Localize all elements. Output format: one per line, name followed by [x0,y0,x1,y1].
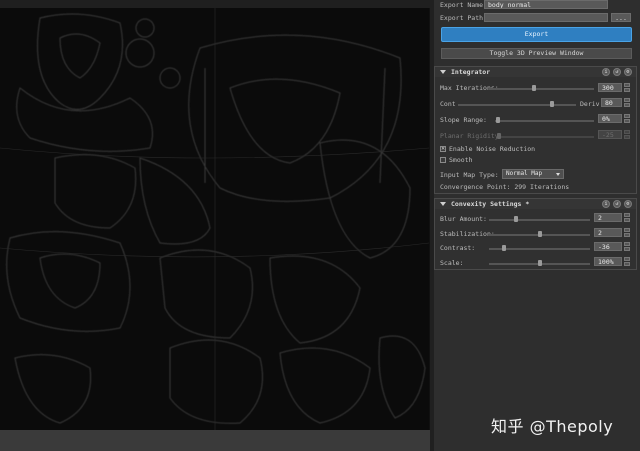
scale-input[interactable]: 100% [594,257,622,266]
deriv-spinner[interactable] [624,98,630,107]
cont-label: Cont [440,100,456,108]
max-iterations-spinner[interactable] [624,83,630,92]
info-icon[interactable]: i [602,68,610,76]
scale-slider-thumb[interactable] [537,260,542,266]
contrast-label: Contrast: [440,244,476,252]
slope-range-input[interactable]: 0% [598,114,622,123]
slope-range-label: Slope Range: [440,116,487,124]
normal-map-texture-preview[interactable] [0,8,430,430]
blur-amount-input[interactable]: 2 [594,213,622,222]
export-button[interactable]: Export [441,27,632,42]
info-icon[interactable]: i [602,200,610,208]
convergence-point-text: Convergence Point: 299 Iterations [440,183,570,191]
viewport-status-bar [0,430,430,451]
max-iterations-input[interactable]: 300 [598,83,622,92]
scale-spinner[interactable] [624,257,630,266]
convexity-title: Convexity Settings * [451,200,530,208]
stabilization-input[interactable]: 2 [594,228,622,237]
deriv-input[interactable]: 80 [601,98,622,107]
reset-icon[interactable]: ↺ [613,68,621,76]
enable-noise-reduction-checkbox[interactable]: ✕ [440,146,446,152]
slope-range-spinner[interactable] [624,114,630,123]
blur-amount-slider-thumb[interactable] [514,216,519,222]
scale-label: Scale: [440,259,464,267]
blur-amount-label: Blur Amount: [440,215,487,223]
deriv-label: Deriv [580,100,600,108]
planar-rigidity-slider-thumb[interactable] [496,133,501,139]
contrast-spinner[interactable] [624,242,630,251]
gear-icon[interactable]: ⚙ [624,200,632,208]
contrast-slider-thumb[interactable] [502,245,507,251]
smooth-label: Smooth [449,156,473,164]
export-name-label: Export Name: [440,1,487,9]
collapse-triangle-icon[interactable] [440,70,446,74]
cont-deriv-slider-track[interactable] [458,104,576,106]
slope-range-slider-track[interactable] [495,120,594,122]
export-path-label: Export Path: [440,14,487,22]
watermark-text: 知乎 @Thepoly [491,417,614,436]
chevron-down-icon [556,173,560,176]
planar-rigidity-slider-track[interactable] [497,136,594,138]
stabilization-slider-thumb[interactable] [537,231,542,237]
planar-rigidity-input[interactable]: -25 [598,130,622,139]
slope-range-slider-thumb[interactable] [495,117,500,123]
input-map-type-select[interactable]: Normal Map [502,169,564,179]
planar-rigidity-spinner[interactable] [624,130,630,139]
gear-icon[interactable]: ⚙ [624,68,632,76]
integrator-header[interactable]: Integrator i ↺ ⚙ [435,67,636,77]
convexity-header[interactable]: Convexity Settings * i ↺ ⚙ [435,199,636,209]
max-iterations-slider-thumb[interactable] [531,85,536,91]
cont-deriv-slider-thumb[interactable] [550,101,555,107]
export-path-input[interactable] [484,13,608,22]
stabilization-spinner[interactable] [624,228,630,237]
planar-rigidity-label: Planar Rigidity: [440,132,503,140]
contrast-input[interactable]: -36 [594,242,622,251]
smooth-checkbox[interactable] [440,157,446,163]
texture-viewport[interactable] [0,0,430,451]
integrator-title: Integrator [451,68,491,76]
toggle-3d-preview-button[interactable]: Toggle 3D Preview Window [441,48,632,59]
enable-noise-reduction-label: Enable Noise Reduction [449,145,536,153]
blur-amount-slider-track[interactable] [489,219,590,221]
collapse-triangle-icon[interactable] [440,202,446,206]
max-iterations-slider-track[interactable] [490,88,594,90]
reset-icon[interactable]: ↺ [613,200,621,208]
input-map-type-value: Normal Map [506,170,543,177]
export-name-input[interactable]: body_normal [484,0,608,9]
blur-amount-spinner[interactable] [624,213,630,222]
viewport-top-strip [0,0,430,8]
uv-texture-art [0,8,430,430]
input-map-type-label: Input Map Type: [440,171,499,179]
stabilization-label: Stabilization: [440,230,495,238]
browse-path-button[interactable]: ... [611,13,631,22]
